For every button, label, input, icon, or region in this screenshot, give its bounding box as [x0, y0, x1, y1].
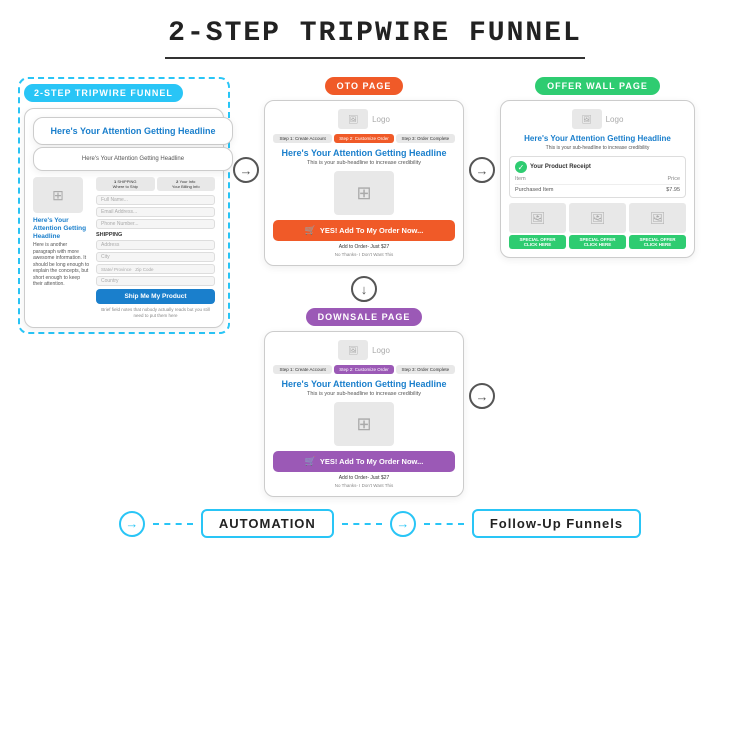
oto-cta-button[interactable]: 🛒 YES! Add To My Order Now...: [273, 220, 455, 241]
followup-label: Follow-Up Funnels: [472, 509, 641, 538]
field-address[interactable]: Address: [96, 240, 215, 250]
sidebar-body: Here is another paragraph with more awes…: [33, 242, 91, 288]
arrow-circle-2: →: [469, 157, 495, 183]
field-email[interactable]: Email Address...: [96, 207, 215, 217]
item-col-header: Item: [515, 176, 526, 182]
oto-no-thanks: No Thanks- I Don't Want This: [273, 252, 455, 257]
downsale-sub: This is your sub-headline to increase cr…: [273, 391, 455, 397]
oto-logo: 🖼 Logo: [273, 109, 455, 129]
downsale-card: 🖼 Logo Step 1: Create Account Step 2: Cu…: [264, 331, 464, 497]
downsale-cta-label: YES! Add To My Order Now...: [320, 457, 423, 466]
check-icon: ✓: [515, 161, 527, 173]
oto-logo-text: Logo: [372, 115, 390, 124]
step-1: 1 SHIPPINGWhere to Ship: [96, 177, 155, 191]
sidebar-headline: Here's Your Attention Getting Headline: [33, 217, 91, 240]
oto-steps-bar: Step 1: Create Account Step 2: Customize…: [273, 134, 455, 143]
bottom-row: → AUTOMATION → Follow-Up Funnels: [0, 509, 750, 538]
downsale-step-1: Step 1: Create Account: [273, 365, 332, 374]
receipt-title: Your Product Receipt: [530, 164, 591, 170]
offer-images-row: 🖼 SPECIAL OFFERCLICK HERE 🖼 SPECIAL OFFE…: [509, 203, 686, 249]
field-fullname[interactable]: Full Name...: [96, 195, 215, 205]
offer-img-3: 🖼: [629, 203, 686, 233]
oto-headline: Here's Your Attention Getting Headline: [273, 148, 455, 158]
arrow-circle-1: →: [233, 157, 259, 183]
downsale-headline: Here's Your Attention Getting Headline: [273, 379, 455, 389]
downsale-logo-text: Logo: [372, 346, 390, 355]
offer-logo: 🖼 Logo: [509, 109, 686, 129]
downsale-logo-box: 🖼: [338, 340, 368, 360]
offer-logo-box: 🖼: [572, 109, 602, 129]
receipt-section: ✓ Your Product Receipt Item Price Purcha…: [509, 156, 686, 198]
offer-wall-badge: OFFER WALL PAGE: [535, 77, 660, 95]
downsale-step-2: Step 2: Customize Order: [334, 365, 393, 374]
offer-wall-card: 🖼 Logo Here's Your Attention Getting Hea…: [500, 100, 695, 258]
page-title: 2-STEP TRIPWIRE FUNNEL: [0, 0, 750, 57]
arrow-circle-3: →: [469, 383, 495, 409]
offer-headline: Here's Your Attention Getting Headline: [509, 134, 686, 143]
steps-bar: 1 SHIPPINGWhere to Ship 2 Your InfoYour …: [96, 177, 215, 191]
cta-button[interactable]: Ship Me My Product: [96, 289, 215, 304]
arrow-down: ↓: [351, 276, 377, 302]
downsale-cta-button[interactable]: 🛒 YES! Add To My Order Now...: [273, 451, 455, 472]
downsale-step-3: Step 3: Order Complete: [396, 365, 455, 374]
offer-block-1: 🖼 SPECIAL OFFERCLICK HERE: [509, 203, 566, 249]
tripwire-headline: Here's Your Attention Getting Headline: [33, 117, 233, 145]
downsale-cart-icon: 🛒: [305, 456, 316, 467]
dashed-line-2: [342, 523, 382, 525]
arrow-to-offerwall-down: →: [464, 383, 500, 409]
receipt-price: $7.95: [666, 187, 680, 193]
field-phone[interactable]: Phone Number...: [96, 219, 215, 229]
bottom-arrow-1: →: [119, 511, 145, 537]
cart-icon: 🛒: [305, 225, 316, 236]
downsale-add-text: Add to Order- Just $27: [273, 475, 455, 481]
dashed-line-1: [153, 523, 193, 525]
dashed-line-3: [424, 523, 464, 525]
bottom-arrow-2: →: [390, 511, 416, 537]
arrow-circle-down: ↓: [351, 276, 377, 302]
arrow-to-oto: →: [228, 157, 264, 183]
card-bottom-text: Brief field notes that nobody actually r…: [96, 307, 215, 319]
offer-logo-text: Logo: [606, 115, 624, 124]
offer-btn-1[interactable]: SPECIAL OFFERCLICK HERE: [509, 235, 566, 249]
automation-label: AUTOMATION: [201, 509, 334, 538]
oto-cta-label: YES! Add To My Order Now...: [320, 226, 423, 235]
tripwire-subheadline: Here's Your Attention Getting Headline: [33, 147, 233, 171]
oto-card: 🖼 Logo Step 1: Create Account Step 2: Cu…: [264, 100, 464, 266]
receipt-item: Purchased Item: [515, 187, 554, 193]
oto-image: ⊞: [334, 171, 394, 215]
offer-block-3: 🖼 SPECIAL OFFERCLICK HERE: [629, 203, 686, 249]
offer-btn-2[interactable]: SPECIAL OFFERCLICK HERE: [569, 235, 626, 249]
tripwire-card: Here's Your Attention Getting Headline H…: [24, 108, 224, 328]
oto-sub: This is your sub-headline to increase cr…: [273, 160, 455, 166]
downsale-image: ⊞: [334, 402, 394, 446]
downsale-no-thanks: No Thanks- I Don't Want This: [273, 483, 455, 488]
oto-badge: OTO PAGE: [325, 77, 404, 95]
oto-step-3: Step 3: Order Complete: [396, 134, 455, 143]
arrow-to-offerwall: →: [464, 157, 500, 183]
oto-logo-box: 🖼: [338, 109, 368, 129]
downsale-logo: 🖼 Logo: [273, 340, 455, 360]
step-2: 2 Your InfoYour Billing Info: [157, 177, 216, 191]
film-icon: ⊞: [52, 187, 64, 204]
title-underline: [165, 57, 585, 59]
offer-sub: This is your sub-headline to increase cr…: [509, 145, 686, 151]
tripwire-image: ⊞: [33, 177, 83, 213]
shipping-label: SHIPPING: [96, 232, 215, 238]
offer-wall-col: OFFER WALL PAGE 🖼 Logo Here's Your Atten…: [500, 77, 710, 258]
oto-step-1: Step 1: Create Account: [273, 134, 332, 143]
field-state-zip[interactable]: State/ Province Zip Code: [96, 264, 215, 274]
oto-step-2: Step 2: Customize Order: [334, 134, 393, 143]
downsale-badge: DOWNSALE PAGE: [306, 308, 423, 326]
price-col-header: Price: [667, 176, 680, 182]
left-panel: 2-STEP TRIPWIRE FUNNEL Here's Your Atten…: [18, 77, 228, 342]
field-city[interactable]: City: [96, 252, 215, 262]
offer-img-2: 🖼: [569, 203, 626, 233]
downsale-steps-bar: Step 1: Create Account Step 2: Customize…: [273, 365, 455, 374]
offer-block-2: 🖼 SPECIAL OFFERCLICK HERE: [569, 203, 626, 249]
offer-btn-3[interactable]: SPECIAL OFFERCLICK HERE: [629, 235, 686, 249]
offer-img-1: 🖼: [509, 203, 566, 233]
oto-add-text: Add to Order- Just $27: [273, 244, 455, 250]
field-country[interactable]: Country: [96, 276, 215, 286]
left-panel-label: 2-STEP TRIPWIRE FUNNEL: [24, 84, 183, 102]
